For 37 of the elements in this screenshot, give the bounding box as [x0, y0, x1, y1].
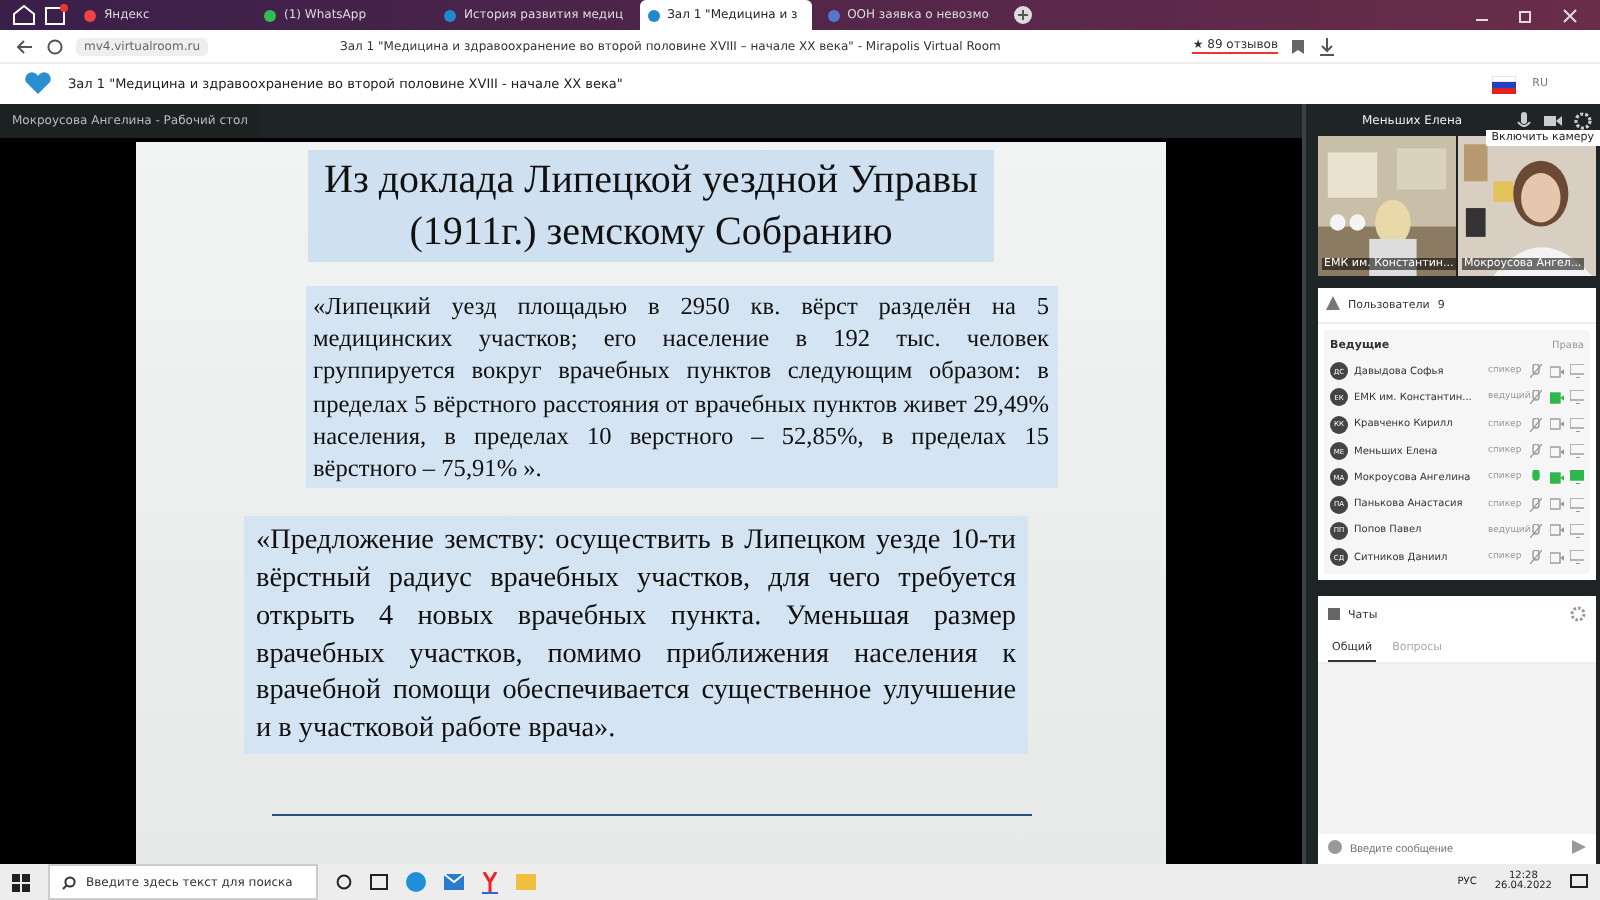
screen-icon[interactable] — [1570, 523, 1584, 538]
task-view-icon[interactable] — [370, 874, 388, 890]
microphone-icon[interactable] — [1516, 111, 1532, 129]
notification-icon[interactable] — [44, 4, 68, 26]
new-tab-icon[interactable] — [1014, 6, 1033, 24]
screen-icon[interactable] — [1570, 417, 1584, 432]
reload-icon[interactable] — [46, 37, 64, 55]
screen-icon[interactable] — [1570, 444, 1584, 459]
search-icon — [62, 875, 76, 889]
browser-icon[interactable] — [406, 872, 426, 892]
windows-icon[interactable] — [12, 873, 30, 891]
settings-icon[interactable] — [1574, 111, 1592, 129]
yandex-icon[interactable] — [482, 871, 498, 893]
send-icon[interactable] — [1572, 840, 1586, 858]
logo-icon — [24, 71, 52, 97]
slide-paragraph: «Предложение земству: осуществить в Липецком уезде 10-ти вёрстный радиус врачебных участков, для чего требуется открыть 4 новых врачебных пункта. Уменьшая размер врачебных участков, помимо приближения населения к врачебной помощи обеспечивается существенное улучшение и в участковой работе врача». — [244, 516, 1028, 754]
screen-icon[interactable] — [1570, 497, 1584, 512]
screen-icon[interactable] — [1570, 550, 1584, 565]
circle-icon[interactable] — [336, 874, 352, 890]
emoji-icon[interactable] — [1328, 840, 1342, 858]
back-icon[interactable] — [16, 37, 34, 55]
slide-title: Из доклада Липецкой уездной Управы (1911г.) земскому Собранию — [308, 150, 994, 262]
download-icon[interactable] — [1318, 37, 1337, 55]
notifications-icon[interactable] — [1570, 874, 1588, 890]
restore-icon[interactable] — [1518, 7, 1534, 23]
chat-icon — [1328, 608, 1340, 625]
screen-icon[interactable] — [1570, 390, 1584, 405]
users-icon — [1326, 296, 1340, 314]
screen-icon[interactable] — [1570, 470, 1584, 485]
home-icon[interactable] — [12, 4, 36, 26]
screen-icon[interactable] — [1570, 364, 1584, 379]
flag-icon[interactable] — [1492, 75, 1517, 93]
camera-icon[interactable] — [1544, 113, 1562, 127]
slide-paragraph: «Липецкий уезд площадью в 2950 кв. вёрст разделён на 5 медицинских участков; его население в 192 тыс. человек группируется вокруг врачебных пунктов следующим образом: в пределах 5 вёрстного расстояния от врачебных пунктов живет 29,49% населения, в пределах 10 верстного – 52,85%, в пределах 15 вёрстного – 75,91% ». — [305, 286, 1057, 489]
mail-icon[interactable] — [444, 874, 464, 890]
close-icon[interactable] — [1562, 7, 1578, 23]
bookmark-icon[interactable] — [1290, 37, 1307, 55]
